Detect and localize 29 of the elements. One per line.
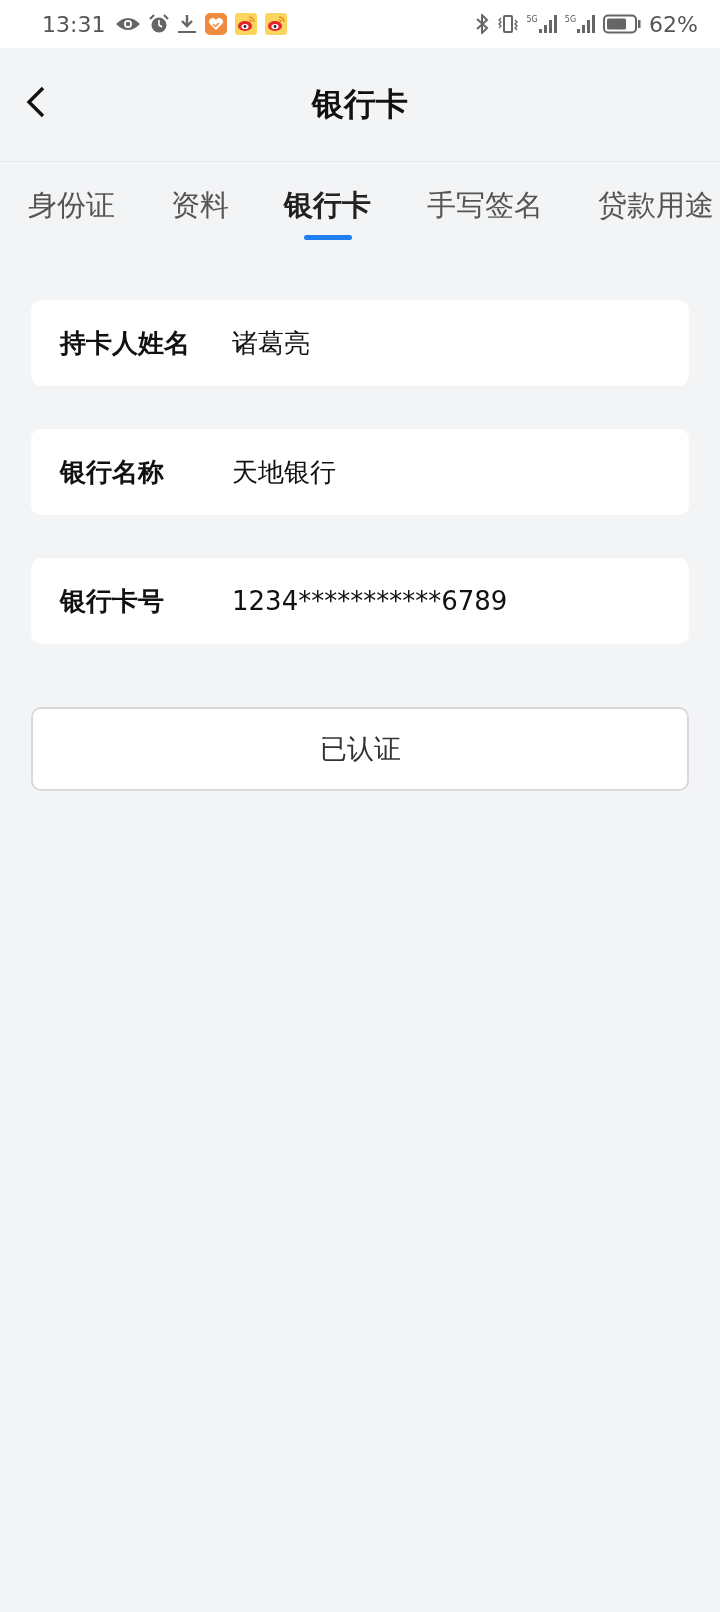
field-label: 银行卡号 bbox=[60, 584, 165, 618]
heart-app-icon bbox=[205, 13, 228, 35]
network-type-label: 5G bbox=[526, 15, 538, 24]
eye-app-icon bbox=[265, 13, 288, 35]
field-label: 银行名称 bbox=[60, 455, 165, 489]
bluetooth-icon bbox=[474, 14, 489, 34]
eye-app-icon bbox=[235, 13, 258, 35]
tab[interactable]: 手写签名 bbox=[426, 162, 543, 240]
download-icon bbox=[177, 14, 198, 34]
signal-icon bbox=[538, 15, 557, 33]
field-value: 天地银行 bbox=[232, 455, 336, 489]
verified-button[interactable]: 已认证 bbox=[31, 707, 689, 791]
tab[interactable]: 银行卡 bbox=[284, 162, 371, 240]
tab[interactable]: 资料 bbox=[170, 162, 229, 240]
tab[interactable]: 贷款用途 bbox=[598, 162, 714, 240]
eye-icon bbox=[115, 16, 142, 32]
signal-icon bbox=[577, 15, 596, 33]
field-label: 持卡人姓名 bbox=[60, 326, 191, 360]
field-value: 1234***********6789 bbox=[232, 586, 508, 616]
tab[interactable]: 身份证 bbox=[28, 162, 115, 240]
network-type-label: 5G bbox=[564, 15, 577, 24]
page-title: 银行卡 bbox=[312, 83, 408, 125]
field-value: 诸葛亮 bbox=[232, 326, 310, 360]
battery-icon bbox=[603, 14, 642, 34]
alarm-clock-icon bbox=[149, 14, 170, 34]
back-button[interactable] bbox=[26, 86, 46, 118]
vibrate-icon bbox=[496, 14, 519, 34]
battery-percentage: 62% bbox=[649, 11, 698, 37]
status-time: 13:31 bbox=[42, 11, 106, 37]
